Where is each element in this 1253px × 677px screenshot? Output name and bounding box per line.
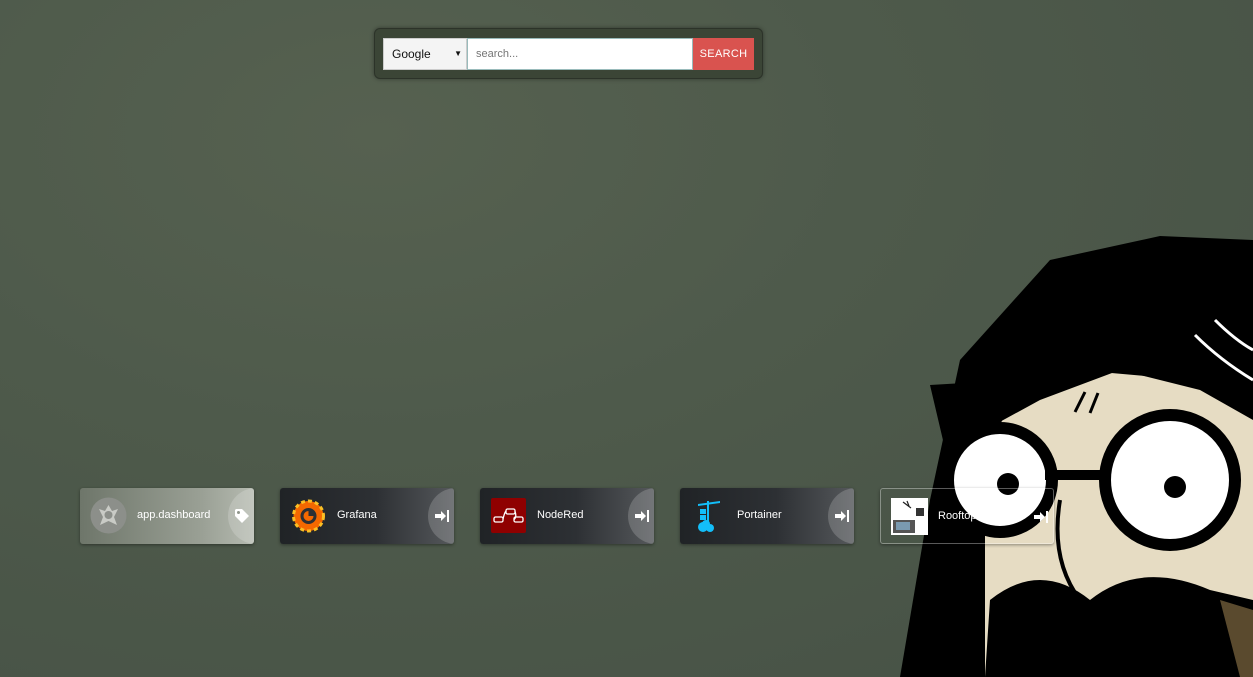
app-tile-portainer[interactable]: Portainer xyxy=(680,488,854,544)
dashboard-logo-icon xyxy=(90,497,127,534)
app-tile-grafana[interactable]: Grafana xyxy=(280,488,454,544)
app-name: NodeRed xyxy=(537,509,584,521)
background-character-illustration xyxy=(900,236,1253,677)
app-tile-rooftop[interactable]: Rooftop xyxy=(880,488,1054,544)
app-name: app.dashboard xyxy=(137,509,211,521)
app-name: Portainer xyxy=(737,509,782,521)
open-icon[interactable] xyxy=(628,488,654,544)
rooftop-image-icon xyxy=(891,498,928,535)
portainer-logo-icon xyxy=(690,497,727,534)
search-button[interactable]: SEARCH xyxy=(693,38,754,70)
chevron-down-icon: ▼ xyxy=(454,49,462,58)
open-icon[interactable] xyxy=(828,488,854,544)
app-name: Rooftop xyxy=(938,510,977,522)
grafana-logo-icon xyxy=(290,497,327,534)
search-engine-select[interactable]: Google ▼ xyxy=(383,38,467,70)
app-tile-nodered[interactable]: NodeRed xyxy=(480,488,654,544)
app-name: Grafana xyxy=(337,509,377,521)
nodered-logo-icon xyxy=(490,497,527,534)
search-engine-selected: Google xyxy=(392,47,431,61)
search-bar: Google ▼ SEARCH xyxy=(374,28,763,79)
search-input[interactable] xyxy=(467,38,693,70)
open-icon[interactable] xyxy=(1027,489,1053,543)
tag-icon[interactable] xyxy=(228,488,254,544)
app-tile-dashboard[interactable]: app.dashboard xyxy=(80,488,254,544)
open-icon[interactable] xyxy=(428,488,454,544)
